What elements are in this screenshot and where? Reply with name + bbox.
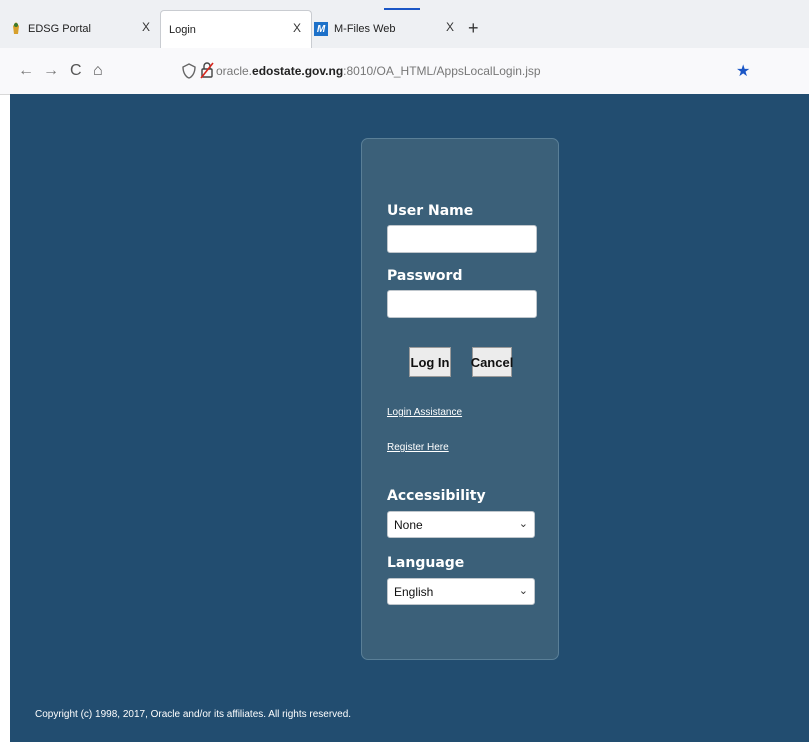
m-files-icon: M (314, 22, 328, 36)
login-page: User Name Password Log In Cancel Login A… (10, 94, 809, 742)
url-suffix: :8010/OA_HTML/AppsLocalLogin.jsp (343, 64, 541, 78)
chevron-down-icon: ⌄ (518, 518, 528, 530)
browser-nav-bar: ← → C ⌂ oracle.edostate.gov.ng:8010/OA_H… (0, 48, 809, 95)
browser-tab-bar: EDSG Portal X Login X M M-Files Web X + (0, 0, 809, 48)
username-input[interactable] (387, 225, 537, 253)
password-label: Password (387, 268, 463, 284)
tab-title: M-Files Web (334, 23, 396, 35)
address-bar[interactable]: oracle.edostate.gov.ng:8010/OA_HTML/Apps… (170, 56, 760, 86)
accessibility-select[interactable]: None ⌄ (387, 511, 535, 538)
chevron-down-icon: ⌄ (518, 585, 528, 597)
close-tab-icon[interactable]: X (142, 20, 150, 34)
accessibility-label: Accessibility (387, 488, 486, 504)
edsg-icon (10, 21, 22, 38)
tab-login[interactable]: Login X (160, 10, 312, 48)
forward-icon[interactable]: → (43, 62, 59, 80)
tab-m-files-web[interactable]: M M-Files Web X (314, 10, 464, 48)
login-panel: User Name Password Log In Cancel Login A… (361, 138, 559, 660)
copyright-text: Copyright (c) 1998, 2017, Oracle and/or … (35, 709, 352, 720)
tab-edsg-portal[interactable]: EDSG Portal X (10, 10, 160, 48)
bookmark-star-icon[interactable]: ★ (736, 61, 750, 81)
url-domain: edostate.gov.ng (252, 64, 344, 78)
home-icon[interactable]: ⌂ (93, 62, 103, 80)
username-label: User Name (387, 203, 474, 219)
register-here-link[interactable]: Register Here (387, 442, 449, 453)
login-assistance-link[interactable]: Login Assistance (387, 407, 462, 418)
url-prefix: oracle. (216, 64, 253, 78)
back-icon[interactable]: ← (18, 62, 34, 80)
shield-icon (182, 63, 196, 84)
password-input[interactable] (387, 290, 537, 318)
log-in-button[interactable]: Log In (409, 347, 451, 377)
language-select[interactable]: English ⌄ (387, 578, 535, 605)
close-tab-icon[interactable]: X (293, 21, 301, 35)
reload-icon[interactable]: C (70, 62, 82, 80)
cancel-button[interactable]: Cancel (471, 347, 513, 377)
tab-title: EDSG Portal (28, 23, 91, 35)
close-tab-icon[interactable]: X (446, 20, 454, 34)
accessibility-value: None (394, 517, 423, 532)
language-label: Language (387, 555, 465, 571)
tab-title: Login (169, 23, 196, 36)
new-tab-button[interactable]: + (468, 18, 479, 39)
insecure-lock-icon[interactable] (200, 62, 214, 84)
language-value: English (394, 584, 434, 599)
url-text[interactable]: oracle.edostate.gov.ng:8010/OA_HTML/Apps… (216, 64, 541, 78)
